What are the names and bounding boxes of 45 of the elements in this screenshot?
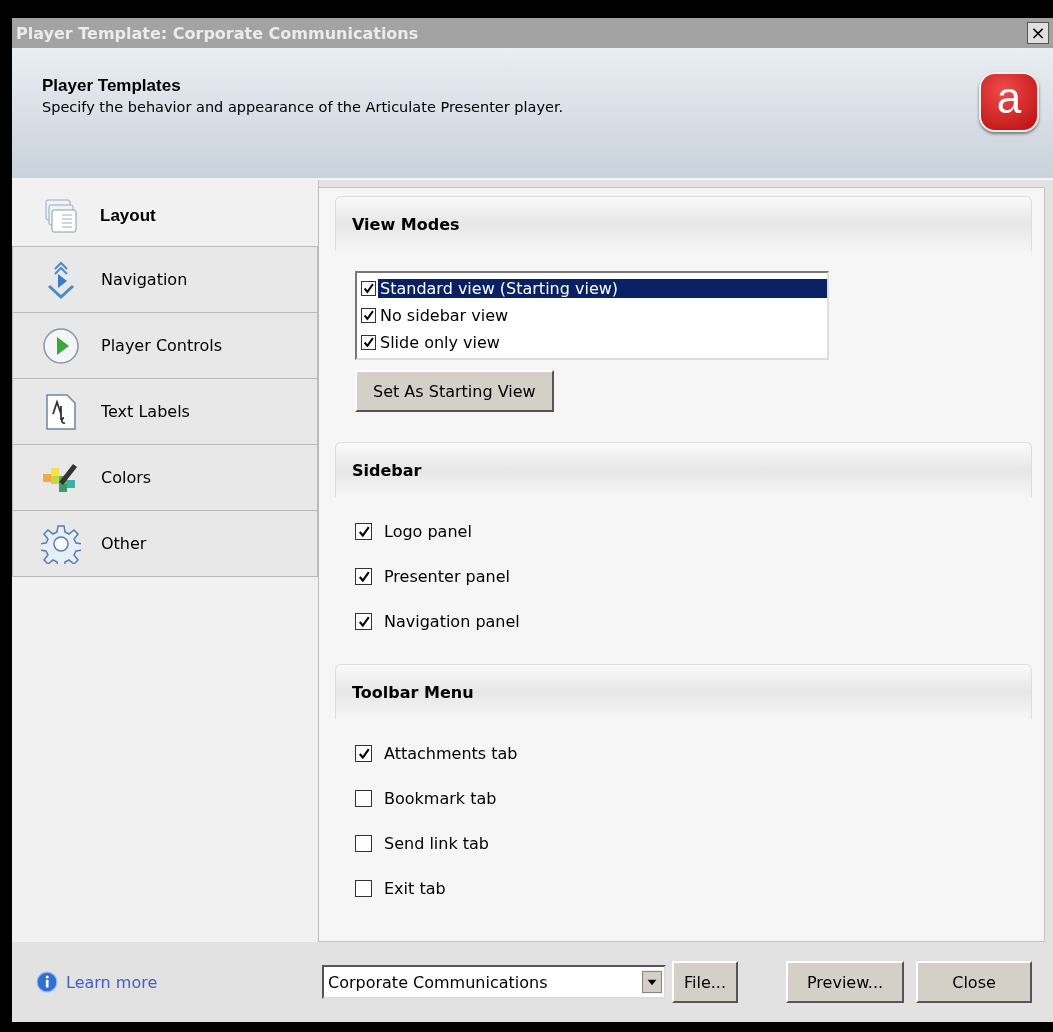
checkbox[interactable] bbox=[355, 568, 372, 585]
sidebar-item[interactable]: Other bbox=[12, 511, 318, 577]
checkbox[interactable] bbox=[361, 281, 376, 296]
list-item[interactable]: Slide only view bbox=[357, 329, 827, 356]
list-item-label: Standard view (Starting view) bbox=[378, 279, 827, 298]
checkbox[interactable] bbox=[355, 613, 372, 630]
section-title: Toolbar Menu bbox=[352, 682, 474, 702]
learn-more-link[interactable]: Learn more bbox=[66, 972, 158, 992]
checkbox-label: Bookmark tab bbox=[384, 789, 497, 808]
sidebar-item[interactable]: Colors bbox=[12, 445, 318, 511]
section-title: View Modes bbox=[352, 214, 460, 234]
checkbox-label: Send link tab bbox=[384, 834, 489, 853]
checkbox[interactable] bbox=[355, 745, 372, 762]
checkbox-label: Navigation panel bbox=[384, 612, 520, 631]
file-button[interactable]: File... bbox=[672, 961, 739, 1003]
template-dropdown[interactable]: Corporate Communications bbox=[322, 965, 666, 999]
checkbox-label: Attachments tab bbox=[384, 744, 518, 763]
sidebar-item[interactable]: Text Labels bbox=[12, 379, 318, 445]
list-item[interactable]: Standard view (Starting view) bbox=[357, 275, 827, 302]
checkbox-label: Exit tab bbox=[384, 879, 446, 898]
header-title: Player Templates bbox=[42, 76, 182, 96]
play-icon bbox=[41, 325, 81, 366]
checkbox[interactable] bbox=[355, 523, 372, 540]
logo-icon: a bbox=[979, 72, 1039, 132]
settings-icon bbox=[41, 523, 81, 564]
set-starting-view-button[interactable]: Set As Starting View bbox=[355, 370, 554, 412]
checkbox-label: Presenter panel bbox=[384, 567, 510, 586]
checkbox[interactable] bbox=[355, 835, 372, 852]
list-item-label: No sidebar view bbox=[379, 306, 509, 325]
checkbox[interactable] bbox=[355, 790, 372, 807]
checkbox[interactable] bbox=[355, 880, 372, 897]
close-dialog-button[interactable]: Close bbox=[916, 961, 1033, 1003]
close-button[interactable]: × bbox=[1027, 22, 1049, 44]
preview-button[interactable]: Preview... bbox=[786, 961, 905, 1003]
list-item[interactable]: No sidebar view bbox=[357, 302, 827, 329]
checkbox[interactable] bbox=[361, 308, 376, 323]
info-icon bbox=[36, 971, 58, 993]
section-title: Sidebar bbox=[352, 460, 422, 480]
sidebar-item[interactable]: Navigation bbox=[12, 247, 318, 313]
checkbox-label: Logo panel bbox=[384, 522, 472, 541]
window-title: Player Template: Corporate Communications bbox=[15, 23, 419, 43]
header-description: Specify the behavior and appearance of the Articulate Presenter player. bbox=[42, 99, 564, 115]
sidebar-item[interactable]: Player Controls bbox=[12, 313, 318, 379]
list-item-label: Slide only view bbox=[379, 333, 500, 352]
checkbox[interactable] bbox=[361, 335, 376, 350]
